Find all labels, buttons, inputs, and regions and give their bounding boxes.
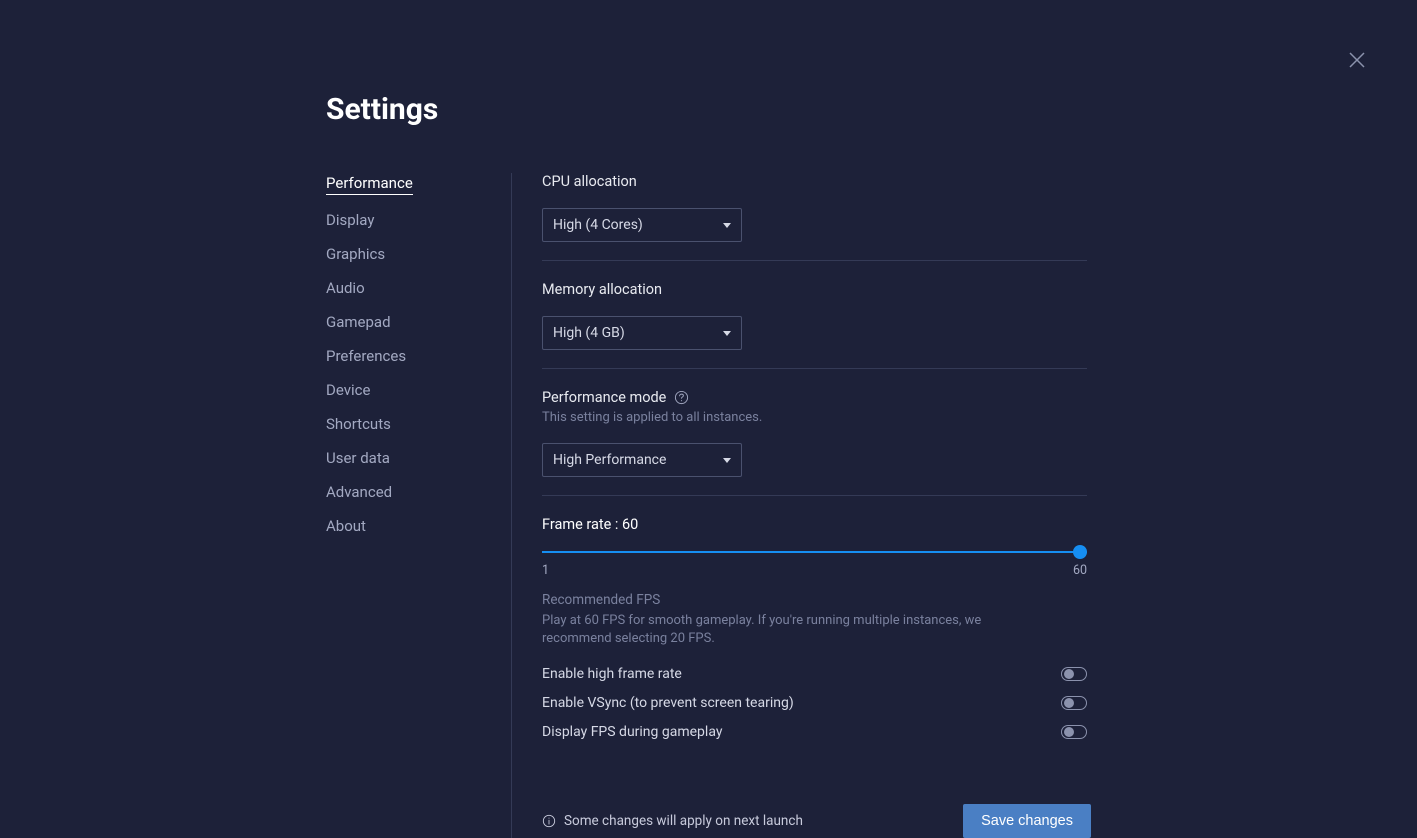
sidebar-item-shortcuts[interactable]: Shortcuts — [326, 415, 391, 433]
enable-high-frame-toggle[interactable] — [1061, 667, 1087, 681]
memory-allocation-section: Memory allocation High (4 GB) — [542, 281, 1087, 369]
sidebar-item-gamepad[interactable]: Gamepad — [326, 313, 391, 331]
recommended-fps-body: Play at 60 FPS for smooth gameplay. If y… — [542, 612, 1052, 648]
sidebar-item-user-data[interactable]: User data — [326, 449, 390, 467]
enable-high-frame-label: Enable high frame rate — [542, 666, 682, 682]
settings-panel: Settings Performance Display Graphics Au… — [326, 92, 1091, 838]
close-icon[interactable] — [1345, 48, 1369, 72]
frame-rate-max: 60 — [1073, 563, 1087, 578]
info-icon — [542, 814, 556, 828]
frame-rate-section: Frame rate : 60 1 60 Recommended FPS Pla… — [542, 516, 1087, 740]
cpu-allocation-select[interactable]: High (4 Cores) — [542, 208, 742, 242]
sidebar: Performance Display Graphics Audio Gamep… — [326, 173, 512, 838]
memory-allocation-value: High (4 GB) — [553, 325, 625, 341]
frame-rate-label: Frame rate : 60 — [542, 516, 1087, 533]
frame-rate-slider[interactable] — [542, 545, 1087, 559]
save-changes-button[interactable]: Save changes — [963, 804, 1091, 838]
performance-mode-sublabel: This setting is applied to all instances… — [542, 410, 1087, 425]
display-fps-label: Display FPS during gameplay — [542, 724, 722, 740]
performance-mode-section: Performance mode This setting is applied… — [542, 389, 1087, 496]
footer-note: Some changes will apply on next launch — [542, 813, 803, 829]
enable-vsync-label: Enable VSync (to prevent screen tearing) — [542, 695, 794, 711]
sidebar-item-device[interactable]: Device — [326, 381, 370, 399]
performance-mode-select[interactable]: High Performance — [542, 443, 742, 477]
cpu-allocation-section: CPU allocation High (4 Cores) — [542, 173, 1087, 261]
memory-allocation-select[interactable]: High (4 GB) — [542, 316, 742, 350]
frame-rate-min: 1 — [542, 563, 549, 578]
performance-mode-value: High Performance — [553, 452, 666, 468]
recommended-fps-title: Recommended FPS — [542, 592, 1087, 608]
enable-vsync-toggle[interactable] — [1061, 696, 1087, 710]
sidebar-item-advanced[interactable]: Advanced — [326, 483, 392, 501]
page-title: Settings — [326, 92, 1091, 127]
memory-allocation-label: Memory allocation — [542, 281, 1087, 298]
footer: Some changes will apply on next launch S… — [512, 760, 1091, 838]
display-fps-toggle[interactable] — [1061, 725, 1087, 739]
sidebar-item-audio[interactable]: Audio — [326, 279, 365, 297]
sidebar-item-graphics[interactable]: Graphics — [326, 245, 385, 263]
chevron-down-icon — [723, 223, 731, 228]
performance-mode-label: Performance mode — [542, 389, 666, 406]
slider-thumb[interactable] — [1073, 545, 1087, 559]
help-icon[interactable] — [674, 390, 689, 405]
settings-content: CPU allocation High (4 Cores) Memory all… — [512, 173, 1091, 760]
chevron-down-icon — [723, 458, 731, 463]
chevron-down-icon — [723, 331, 731, 336]
sidebar-item-about[interactable]: About — [326, 517, 366, 535]
sidebar-item-preferences[interactable]: Preferences — [326, 347, 406, 365]
cpu-allocation-label: CPU allocation — [542, 173, 1087, 190]
cpu-allocation-value: High (4 Cores) — [553, 217, 643, 233]
sidebar-item-performance[interactable]: Performance — [326, 174, 413, 195]
sidebar-item-display[interactable]: Display — [326, 211, 374, 229]
